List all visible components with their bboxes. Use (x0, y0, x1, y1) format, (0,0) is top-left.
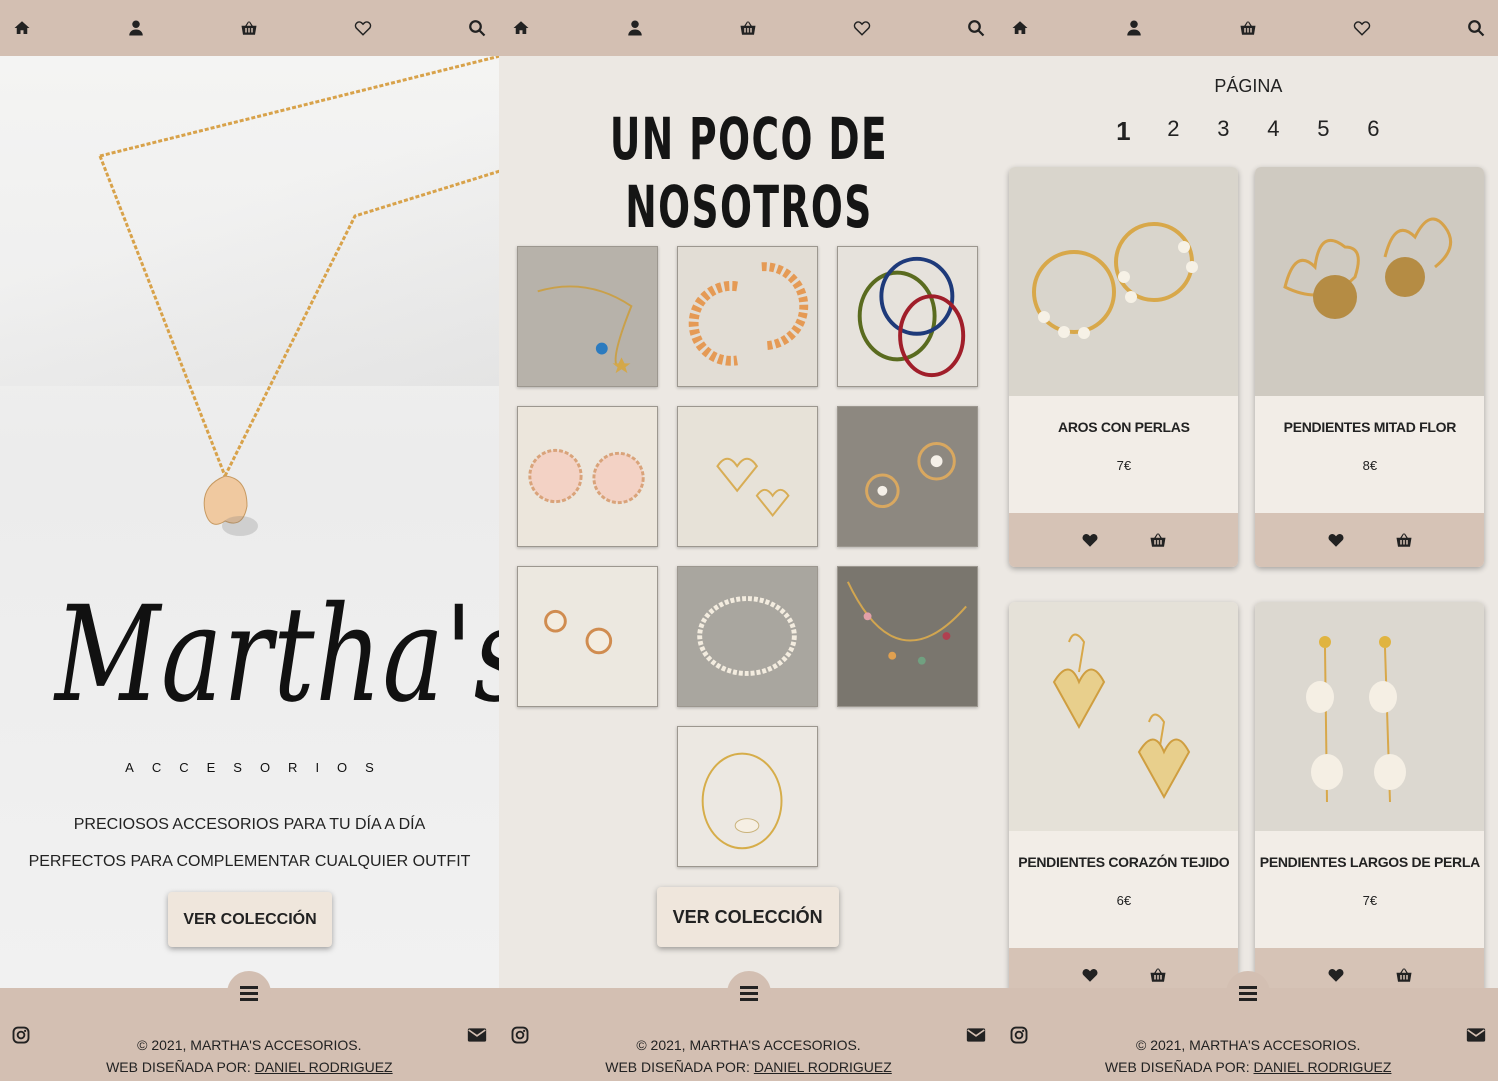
gallery-photo-stone-necklace[interactable] (836, 566, 978, 707)
designed-by-label: WEB DISEÑADA POR: (106, 1059, 255, 1075)
home-icon[interactable] (511, 18, 531, 38)
pagination: 1 2 3 4 5 6 (1098, 116, 1398, 147)
add-to-basket-icon[interactable] (1149, 966, 1167, 984)
product-card: PENDIENTES CORAZÓN TEJIDO 6€ (1009, 602, 1239, 1002)
menu-icon[interactable] (227, 971, 272, 1015)
user-icon[interactable] (625, 18, 645, 38)
footer: © 2021, MARTHA'S ACCESORIOS. WEB DISEÑAD… (998, 971, 1498, 1081)
footer: © 2021, MARTHA'S ACCESORIOS. WEB DISEÑAD… (498, 971, 999, 1081)
product-image[interactable] (1255, 167, 1485, 396)
tagline-1: PRECIOSOS ACCESORIOS PARA TU DÍA A DÍA (73, 816, 426, 833)
add-to-favorites-heart-icon[interactable] (1081, 531, 1099, 549)
gallery-photo-pink-flower-studs[interactable] (516, 406, 658, 547)
gallery-photo-pearl-studs[interactable] (516, 566, 658, 707)
menu-icon[interactable] (1226, 971, 1271, 1015)
gallery-photo-flower-studs[interactable] (836, 406, 978, 547)
view-collection-button[interactable]: VER COLECCIÓN (656, 887, 839, 947)
brand-subtitle: ACCESORIOS (125, 760, 392, 775)
add-to-favorites-heart-icon[interactable] (1327, 531, 1345, 549)
product-card: PENDIENTES MITAD FLOR 8€ (1255, 167, 1485, 567)
tagline-2: PERFECTOS PARA COMPLEMENTAR CUALQUIER OU… (28, 853, 471, 870)
catalog-screen: PÁGINA 1 2 3 4 5 6 AROS CON PERLAS 7€ PE… (998, 0, 1498, 1081)
gallery-photo-woven-hoops[interactable] (676, 246, 818, 387)
top-nav-bar (498, 0, 999, 56)
page-link-1[interactable]: 1 (1098, 116, 1148, 147)
brand-logo: Martha's (54, 578, 499, 732)
product-actions (1009, 513, 1239, 567)
product-actions (1255, 513, 1485, 567)
footer-copyright: © 2021, MARTHA'S ACCESORIOS. WEB DISEÑAD… (998, 1034, 1498, 1078)
page-link-5[interactable]: 5 (1298, 116, 1348, 147)
designed-by-line: WEB DISEÑADA POR: DANIEL RODRIGUEZ (499, 1056, 999, 1078)
add-to-basket-icon[interactable] (1395, 966, 1413, 984)
product-image[interactable] (1009, 167, 1239, 396)
designer-link[interactable]: DANIEL RODRIGUEZ (255, 1059, 393, 1075)
page-link-2[interactable]: 2 (1148, 116, 1198, 147)
menu-icon[interactable] (726, 971, 771, 1015)
gallery-photo-bracelet-evil-eye[interactable] (516, 246, 658, 387)
home-icon[interactable] (1010, 18, 1030, 38)
section-title: UN POCO DE NOSOTROS (609, 105, 888, 241)
copyright-text: © 2021, MARTHA'S ACCESORIOS. (137, 1037, 362, 1053)
designed-by-line: WEB DISEÑADA POR: DANIEL RODRIGUEZ (998, 1056, 1498, 1078)
search-icon[interactable] (1466, 18, 1486, 38)
gallery-photo-heart-earrings[interactable] (676, 406, 818, 547)
page-link-3[interactable]: 3 (1198, 116, 1248, 147)
footer-copyright: © 2021, MARTHA'S ACCESORIOS. WEB DISEÑAD… (499, 1034, 999, 1078)
designer-link[interactable]: DANIEL RODRIGUEZ (754, 1059, 892, 1075)
pagination-label: PÁGINA (1214, 76, 1283, 96)
footer-copyright: © 2021, MARTHA'S ACCESORIOS. WEB DISEÑAD… (0, 1034, 499, 1078)
add-to-favorites-heart-icon[interactable] (1081, 966, 1099, 984)
product-name[interactable]: PENDIENTES LARGOS DE PERLA (1255, 831, 1484, 893)
gallery-photo-beaded-hoops[interactable] (836, 246, 978, 387)
basket-icon[interactable] (738, 18, 758, 38)
product-price: 7€ (1116, 458, 1132, 473)
basket-icon[interactable] (1238, 18, 1258, 38)
top-nav-bar (998, 0, 1498, 56)
product-image[interactable] (1255, 602, 1485, 831)
copyright-text: © 2021, MARTHA'S ACCESORIOS. (636, 1037, 861, 1053)
view-collection-button[interactable]: VER COLECCIÓN (168, 892, 332, 947)
heart-outline-icon[interactable] (1352, 18, 1372, 38)
basket-icon[interactable] (239, 18, 259, 38)
designed-by-label: WEB DISEÑADA POR: (605, 1059, 754, 1075)
product-card: PENDIENTES LARGOS DE PERLA 7€ (1255, 602, 1485, 1002)
copyright-text: © 2021, MARTHA'S ACCESORIOS. (1136, 1037, 1361, 1053)
search-icon[interactable] (467, 18, 487, 38)
home-screen: Martha's ACCESORIOS PRECIOSOS ACCESORIOS… (0, 0, 499, 1081)
add-to-basket-icon[interactable] (1395, 531, 1413, 549)
gallery-photo-chain-bracelet[interactable] (676, 726, 818, 867)
user-icon[interactable] (1124, 18, 1144, 38)
product-price: 7€ (1362, 893, 1378, 908)
add-to-favorites-heart-icon[interactable] (1327, 966, 1345, 984)
product-price: 8€ (1362, 458, 1378, 473)
search-icon[interactable] (966, 18, 986, 38)
product-name[interactable]: AROS CON PERLAS (1009, 396, 1238, 458)
gallery-photo-pearl-bracelet[interactable] (676, 566, 818, 707)
home-icon[interactable] (12, 18, 32, 38)
product-image[interactable] (1009, 602, 1239, 831)
heart-outline-icon[interactable] (353, 18, 373, 38)
footer: © 2021, MARTHA'S ACCESORIOS. WEB DISEÑAD… (0, 971, 499, 1081)
designed-by-line: WEB DISEÑADA POR: DANIEL RODRIGUEZ (0, 1056, 499, 1078)
user-icon[interactable] (126, 18, 146, 38)
product-card: AROS CON PERLAS 7€ (1009, 167, 1239, 567)
add-to-basket-icon[interactable] (1149, 531, 1167, 549)
designed-by-label: WEB DISEÑADA POR: (1104, 1059, 1254, 1075)
necklace-image (98, 56, 499, 536)
product-name[interactable]: PENDIENTES CORAZÓN TEJIDO (1009, 831, 1238, 893)
product-price: 6€ (1116, 893, 1132, 908)
about-screen: UN POCO DE NOSOTROS VER COLECCIÓN © 2021… (498, 0, 999, 1081)
heart-outline-icon[interactable] (852, 18, 872, 38)
product-name[interactable]: PENDIENTES MITAD FLOR (1255, 396, 1484, 458)
page-link-6[interactable]: 6 (1348, 116, 1398, 147)
designer-link[interactable]: DANIEL RODRIGUEZ (1254, 1059, 1392, 1075)
page-link-4[interactable]: 4 (1248, 116, 1298, 147)
top-nav-bar (0, 0, 499, 56)
